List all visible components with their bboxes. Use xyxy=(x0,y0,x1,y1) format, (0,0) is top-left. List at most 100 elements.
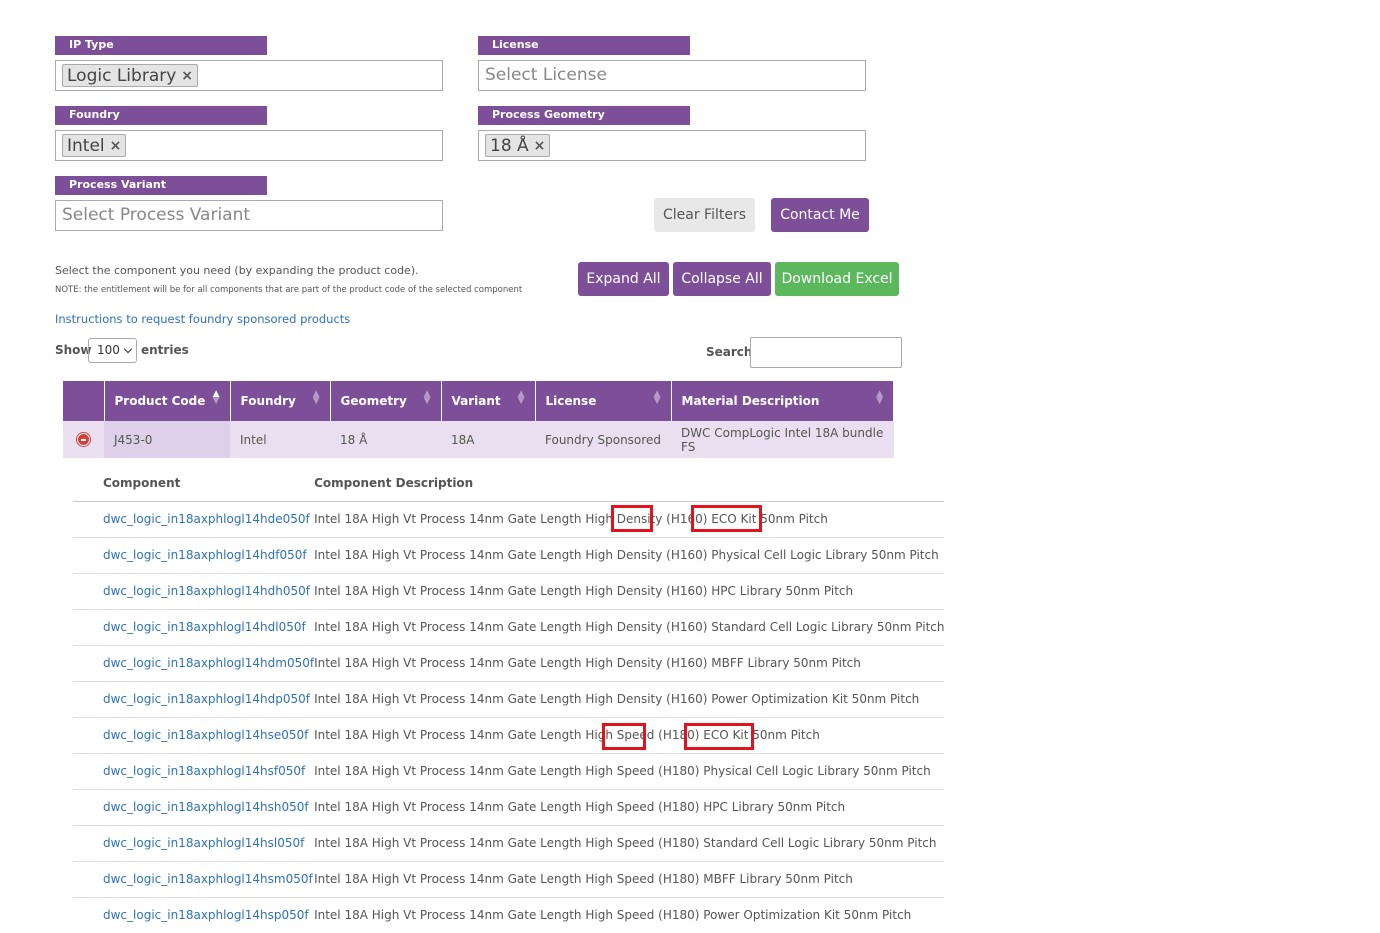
header-geometry[interactable]: Geometry ▲ ▼ xyxy=(330,381,442,421)
component-link[interactable]: dwc_logic_in18axphlogl14hdf050f xyxy=(73,537,315,574)
license-placeholder: Select License xyxy=(485,65,607,85)
entitlement-note: NOTE: the entitlement will be for all co… xyxy=(55,285,523,295)
component-link[interactable]: dwc_logic_in18axphlogl14hsl050f xyxy=(73,825,315,862)
process-geometry-tag-label: 18 Å xyxy=(490,136,529,156)
component-row: dwc_logic_in18axphlogl14hsp050f Intel 18A… xyxy=(73,897,945,933)
component-row: dwc_logic_in18axphlogl14hdl050f Intel 18A… xyxy=(73,609,945,646)
cell-foundry: Intel xyxy=(230,421,330,458)
remove-icon[interactable]: × xyxy=(110,135,122,157)
sort-icon: ▲ ▼ xyxy=(876,389,883,406)
remove-icon[interactable]: × xyxy=(181,65,193,87)
component-link[interactable]: dwc_logic_in18axphlogl14hsf050f xyxy=(73,753,315,790)
download-excel-button[interactable]: Download Excel xyxy=(775,262,899,296)
header-foundry[interactable]: Foundry ▲ ▼ xyxy=(230,381,331,421)
component-link[interactable]: dwc_logic_in18axphlogl14hsp050f xyxy=(73,897,315,933)
component-link[interactable]: dwc_logic_in18axphlogl14hse050f xyxy=(73,717,315,754)
entries-select[interactable]: 100 xyxy=(88,338,137,363)
component-row: dwc_logic_in18axphlogl14hsm050f Intel 18A… xyxy=(73,861,945,898)
component-description: Intel 18A High Vt Process 14nm Gate Leng… xyxy=(314,897,945,933)
sort-icon: ▲ ▼ xyxy=(517,389,525,406)
cell-variant: 18A xyxy=(441,421,535,458)
component-link[interactable]: dwc_logic_in18axphlogl14hdp050f xyxy=(73,681,315,718)
license-select[interactable]: Select License xyxy=(478,60,866,91)
component-description: Intel 18A High Vt Process 14nm Gate Leng… xyxy=(314,825,945,862)
foundry-tag: × Intel xyxy=(62,134,127,157)
annotation-box xyxy=(684,723,754,750)
foundry-tag-label: Intel xyxy=(67,136,105,156)
component-link[interactable]: dwc_logic_in18axphlogl14hsm050f xyxy=(73,861,315,898)
show-label: Show xyxy=(55,343,92,357)
search-input[interactable] xyxy=(750,337,902,368)
header-label: License xyxy=(545,394,597,408)
expand-all-button[interactable]: Expand All xyxy=(578,262,669,296)
component-link[interactable]: dwc_logic_in18axphlogl14hde050f xyxy=(73,501,315,538)
collapse-all-button[interactable]: Collapse All xyxy=(673,262,771,296)
component-link[interactable]: dwc_logic_in18axphlogl14hdl050f xyxy=(73,609,315,646)
foundry-label: Foundry xyxy=(55,106,267,125)
component-link[interactable]: dwc_logic_in18axphlogl14hsh050f xyxy=(73,789,315,826)
cell-geometry: 18 Å xyxy=(330,421,441,458)
chevron-down-icon xyxy=(123,344,133,354)
component-link[interactable]: dwc_logic_in18axphlogl14hdm050f xyxy=(73,645,315,682)
component-description: Intel 18A High Vt Process 14nm Gate Leng… xyxy=(314,753,945,790)
entries-value: 100 xyxy=(97,343,120,357)
component-row: dwc_logic_in18axphlogl14hsf050f Intel 18A… xyxy=(73,753,945,790)
header-label: Product Code xyxy=(114,394,206,408)
header-label: Material Description xyxy=(681,394,820,408)
component-description: Intel 18A High Vt Process 14nm Gate Leng… xyxy=(314,789,945,826)
process-geometry-tag: × 18 Å xyxy=(485,134,551,157)
header-label: Geometry xyxy=(340,394,407,408)
select-instruction-text: Select the component you need (by expand… xyxy=(55,264,419,277)
cell-material-description: DWC CompLogic Intel 18A bundle FS xyxy=(671,421,894,458)
product-table: Product Code ▲ ▼ Foundry ▲ ▼ Geometry ▲ ▼ Vari… xyxy=(63,381,894,458)
ip-type-label: IP Type xyxy=(55,36,267,55)
header-label: Variant xyxy=(451,394,501,408)
component-row: dwc_logic_in18axphlogl14hsl050f Intel 18A… xyxy=(73,825,945,862)
collapse-row-icon[interactable] xyxy=(77,433,90,446)
product-row[interactable]: J453-0 Intel 18 Å 18A Foundry Sponsored … xyxy=(63,421,894,458)
component-row: dwc_logic_in18axphlogl14hdm050f Intel 18A… xyxy=(73,645,945,682)
component-row: dwc_logic_in18axphlogl14hse050f Intel 18A… xyxy=(73,717,945,754)
clear-filters-button[interactable]: Clear Filters xyxy=(654,198,755,232)
process-geometry-select[interactable]: × 18 Å xyxy=(478,130,866,161)
header-license[interactable]: License ▲ ▼ xyxy=(535,381,672,421)
component-row: dwc_logic_in18axphlogl14hdf050f Intel 18A… xyxy=(73,537,945,574)
header-variant[interactable]: Variant ▲ ▼ xyxy=(441,381,536,421)
annotation-box xyxy=(611,505,653,532)
cell-product-code: J453-0 xyxy=(104,421,230,458)
license-label: License xyxy=(478,36,690,55)
entries-label: entries xyxy=(141,343,189,357)
process-variant-placeholder: Select Process Variant xyxy=(62,205,251,225)
component-description: Intel 18A High Vt Process 14nm Gate Leng… xyxy=(314,573,945,610)
annotation-box xyxy=(691,505,762,532)
foundry-select[interactable]: × Intel xyxy=(55,130,443,161)
component-row: dwc_logic_in18axphlogl14hsh050f Intel 18A… xyxy=(73,789,945,826)
ip-type-tag: × Logic Library xyxy=(62,64,199,87)
product-table-header: Product Code ▲ ▼ Foundry ▲ ▼ Geometry ▲ ▼ Vari… xyxy=(63,381,894,421)
collapse-toggle[interactable] xyxy=(63,421,104,458)
component-table-header: Component Component Description xyxy=(73,465,945,502)
process-variant-label: Process Variant xyxy=(55,176,267,195)
expand-column-header xyxy=(63,381,105,421)
component-description: Intel 18A High Vt Process 14nm Gate Leng… xyxy=(314,645,945,682)
component-link[interactable]: dwc_logic_in18axphlogl14hdh050f xyxy=(73,573,315,610)
component-row: dwc_logic_in18axphlogl14hde050f Intel 18A… xyxy=(73,501,945,538)
header-component: Component xyxy=(73,465,315,502)
process-variant-select[interactable]: Select Process Variant xyxy=(55,200,443,231)
component-description: Intel 18A High Vt Process 14nm Gate Leng… xyxy=(314,861,945,898)
header-label: Foundry xyxy=(240,394,296,408)
sort-icon: ▲ ▼ xyxy=(423,389,431,406)
header-product-code[interactable]: Product Code ▲ ▼ xyxy=(104,381,231,421)
component-description: Intel 18A High Vt Process 14nm Gate Leng… xyxy=(314,681,945,718)
component-row: dwc_logic_in18axphlogl14hdh050f Intel 18A… xyxy=(73,573,945,610)
sort-icon: ▲ ▼ xyxy=(653,389,661,406)
annotation-box xyxy=(602,723,646,750)
sort-icon: ▲ ▼ xyxy=(212,389,220,406)
instructions-link[interactable]: Instructions to request foundry sponsore… xyxy=(55,312,350,326)
contact-me-button[interactable]: Contact Me xyxy=(771,198,869,232)
component-row: dwc_logic_in18axphlogl14hdp050f Intel 18A… xyxy=(73,681,945,718)
header-material-description[interactable]: Material Description ▲ ▼ xyxy=(671,381,894,421)
remove-icon[interactable]: × xyxy=(534,135,546,157)
header-component-description: Component Description xyxy=(314,465,945,502)
ip-type-select[interactable]: × Logic Library xyxy=(55,60,443,91)
